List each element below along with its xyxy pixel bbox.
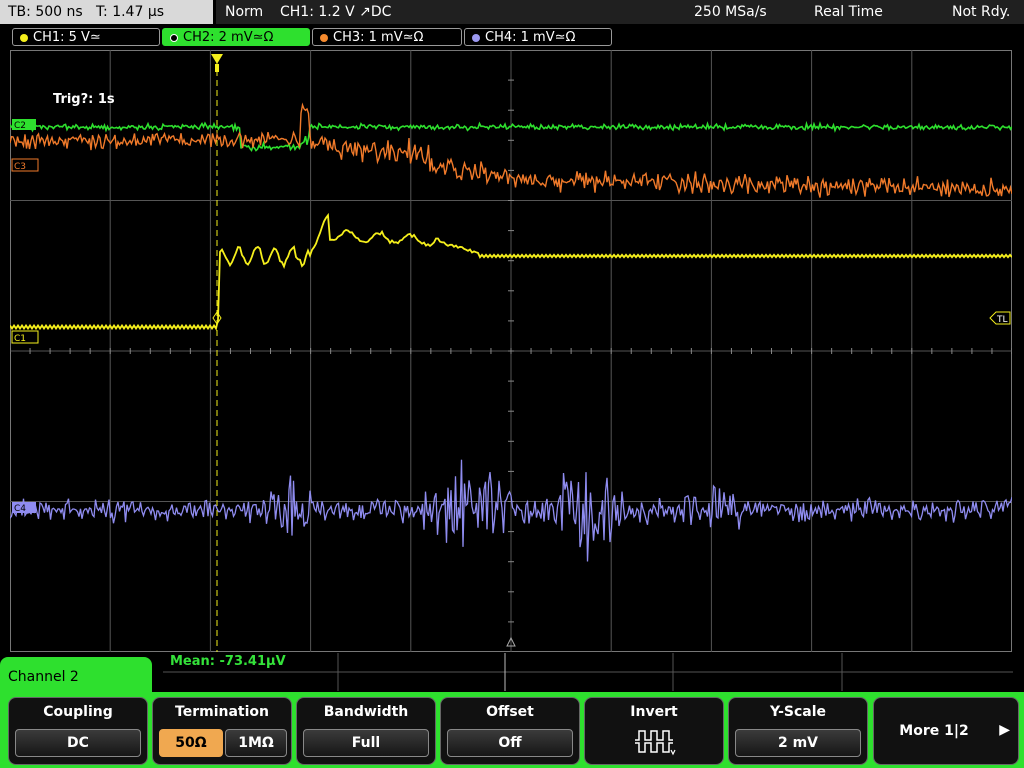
bandwidth-value[interactable]: Full — [303, 729, 429, 757]
bandwidth-label: Bandwidth — [323, 704, 409, 720]
offset-value[interactable]: Off — [447, 729, 573, 757]
channel-2-chip[interactable]: CH2: 2 mV≃Ω — [162, 28, 310, 46]
next-page-icon: ▶ — [999, 722, 1010, 738]
yscale-softkey[interactable]: Y-Scale 2 mV — [728, 697, 868, 765]
timebase-readout[interactable]: TB: 500 ns T: 1.47 µs — [0, 0, 213, 24]
channel-4-chip[interactable]: CH4: 1 mV≃Ω — [464, 28, 612, 46]
invert-waveform-icon — [635, 730, 676, 756]
measurement-panel — [163, 653, 1013, 691]
more-label: More 1|2 — [899, 723, 969, 739]
channel-2-label: CH2: 2 mV≃Ω — [183, 30, 274, 45]
svg-text:C2: C2 — [14, 121, 26, 131]
ch1-dot-icon — [20, 34, 28, 42]
yscale-label: Y-Scale — [769, 704, 826, 720]
termination-softkey[interactable]: Termination 50Ω 1MΩ — [152, 697, 292, 765]
ch4-dot-icon — [472, 34, 480, 42]
svg-text:C4: C4 — [14, 504, 26, 514]
ready-state: Not Rdy. — [952, 4, 1011, 20]
svg-text:C1: C1 — [14, 334, 26, 344]
coupling-value[interactable]: DC — [15, 729, 141, 757]
mean-measurement[interactable]: Mean: -73.41µV — [170, 654, 286, 669]
acquisition-status: Norm CH1: 1.2 V ↗DC 250 MSa/s Real Time … — [216, 0, 1024, 24]
invert-softkey[interactable]: Invert — [584, 697, 724, 765]
ch3-dot-icon — [320, 34, 328, 42]
coupling-softkey[interactable]: Coupling DC — [8, 697, 148, 765]
svg-text:C3: C3 — [14, 162, 26, 172]
offset-softkey[interactable]: Offset Off — [440, 697, 580, 765]
channel-3-chip[interactable]: CH3: 1 mV≃Ω — [312, 28, 462, 46]
channel-1-chip[interactable]: CH1: 5 V≃ — [12, 28, 160, 46]
acquisition-mode: Real Time — [814, 4, 883, 20]
more-softkey[interactable]: More 1|2 ▶ — [873, 697, 1019, 765]
trigger-position-stem — [215, 64, 219, 72]
trigger-setting[interactable]: CH1: 1.2 V ↗DC — [280, 0, 391, 24]
ch4-marker[interactable]: C4 — [12, 502, 36, 514]
bandwidth-softkey[interactable]: Bandwidth Full — [296, 697, 436, 765]
offset-label: Offset — [486, 704, 534, 720]
ch2-marker[interactable]: C2 — [12, 119, 36, 131]
invert-label: Invert — [630, 704, 678, 720]
trigger-note: Trig?: 1s — [53, 92, 115, 107]
channel-3-label: CH3: 1 mV≃Ω — [333, 30, 424, 45]
coupling-label: Coupling — [43, 704, 113, 720]
sample-rate: 250 MSa/s — [694, 4, 767, 20]
svg-text:TL: TL — [996, 315, 1008, 325]
menu-title: Channel 2 — [0, 657, 152, 701]
termination-label: Termination — [175, 704, 269, 720]
termination-50ohm-button[interactable]: 50Ω — [159, 729, 223, 757]
waveform-display[interactable]: Trig?: 1s C2 C3 C1 C4 TL — [10, 50, 1012, 652]
channel-1-label: CH1: 5 V≃ — [33, 30, 101, 45]
yscale-value[interactable]: 2 mV — [735, 729, 861, 757]
trigger-mode[interactable]: Norm — [225, 0, 263, 24]
termination-1mohm-button[interactable]: 1MΩ — [225, 729, 287, 757]
channel-4-label: CH4: 1 mV≃Ω — [485, 30, 576, 45]
ch2-dot-icon — [170, 34, 178, 42]
